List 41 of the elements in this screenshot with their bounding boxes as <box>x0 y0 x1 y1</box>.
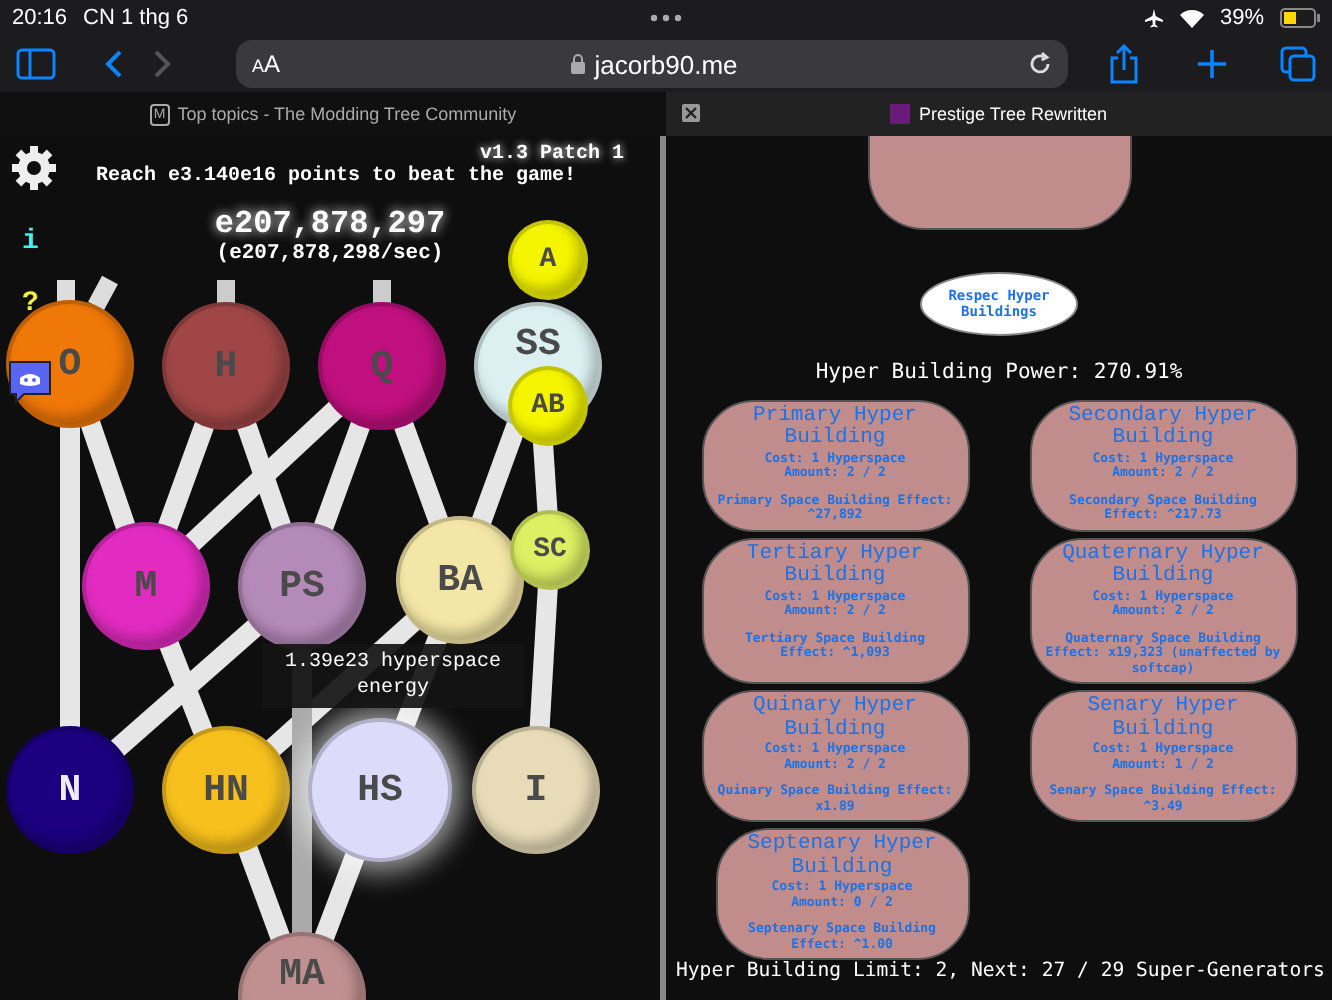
tree-node[interactable]: N <box>6 726 134 854</box>
limit-text: Hyper Building Limit: 2, Next: 27 / 29 Super-Generators <box>676 960 1325 982</box>
tabs-icon[interactable] <box>1280 46 1316 82</box>
tree-node[interactable]: SC <box>510 510 590 590</box>
browser-tab[interactable]: Prestige Tree Rewritten <box>666 92 1332 136</box>
version-label: v1.3 Patch 1 <box>479 144 624 166</box>
info-icon[interactable]: i <box>22 226 39 258</box>
points-counter: e207,878,297 <box>214 206 446 242</box>
goal-text: Reach e3.140e16 points to beat the game! <box>96 166 579 190</box>
building-card[interactable] <box>867 136 1131 230</box>
card-title: Primary Hyper Building <box>751 405 919 451</box>
battery-icon <box>1280 8 1320 28</box>
card-title: Quaternary Hyper Building <box>1060 543 1266 589</box>
power-text: Hyper Building Power: 270.91% <box>815 359 1183 383</box>
sidebar-icon[interactable] <box>16 48 56 80</box>
address-bar[interactable]: AA jacorb90.me <box>236 40 1068 88</box>
points-rate: (e207,878,298/sec) <box>216 242 444 268</box>
new-tab-icon[interactable] <box>1196 48 1228 80</box>
tree-node[interactable]: I <box>472 726 600 854</box>
card-title: Septenary Hyper Building <box>745 834 939 880</box>
close-icon[interactable] <box>682 104 700 122</box>
tree-node[interactable]: HS <box>308 718 452 862</box>
date: CN 1 thg 6 <box>83 6 189 30</box>
tooltip: 1.39e23 hyperspace energy <box>262 644 524 708</box>
battery-percent: 39% <box>1219 6 1264 30</box>
share-icon[interactable] <box>1108 44 1140 84</box>
site-favicon <box>890 104 911 124</box>
settings-icon[interactable] <box>10 144 58 192</box>
clock: 20:16 <box>12 6 68 30</box>
airplane-icon <box>1143 8 1164 28</box>
card-title: Senary Hyper Building <box>1085 696 1241 742</box>
card-title: Secondary Hyper Building <box>1066 405 1260 451</box>
card-title: Tertiary Hyper Building <box>744 543 926 589</box>
tree-node[interactable]: PS <box>238 522 366 650</box>
card-title: Quinary Hyper Building <box>751 696 919 742</box>
tree-node[interactable]: HN <box>162 726 290 854</box>
tree-node[interactable]: BA <box>396 516 524 644</box>
tree-node[interactable]: MA <box>238 932 366 1000</box>
wifi-icon <box>1179 9 1204 27</box>
tree-node[interactable]: A <box>508 220 588 300</box>
more-icon[interactable] <box>650 14 683 22</box>
